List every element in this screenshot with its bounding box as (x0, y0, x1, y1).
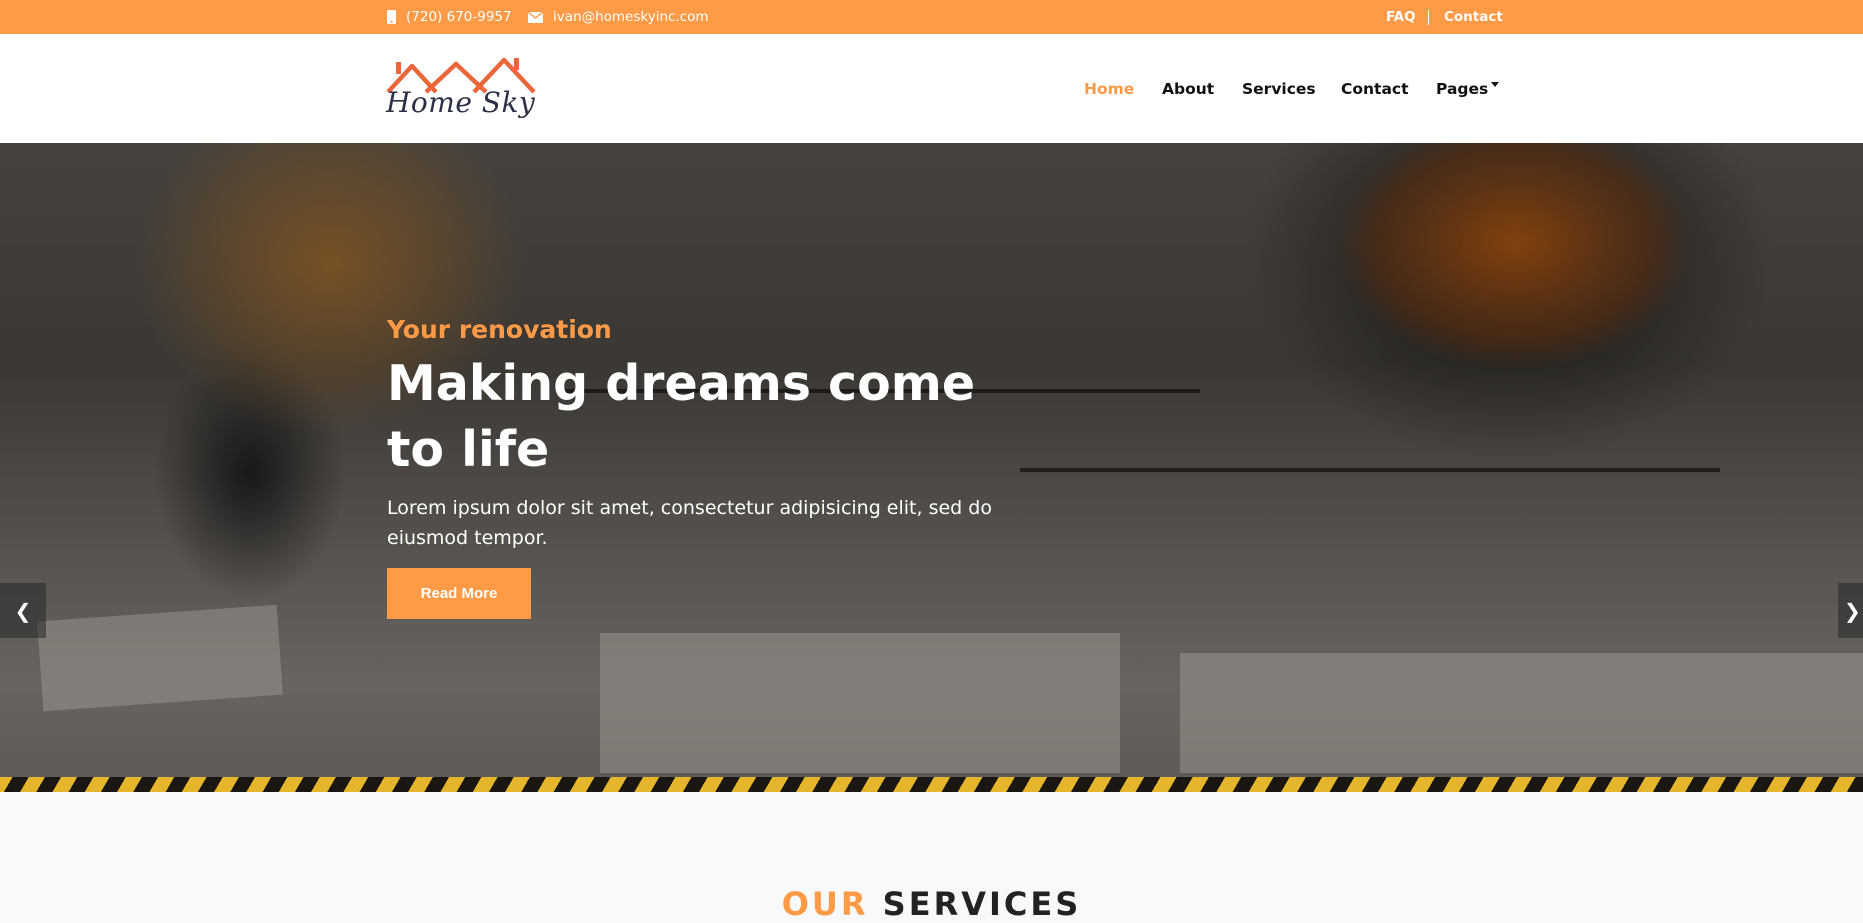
nav-services[interactable]: Services (1242, 34, 1316, 143)
phone-number: (720) 670-9957 (406, 9, 512, 25)
phone-icon (387, 10, 396, 24)
topbar-contact-link[interactable]: Contact (1444, 0, 1503, 34)
topbar-email: ivan@homeskyinc.com (528, 0, 709, 34)
nav-pages-label: Pages (1436, 79, 1489, 98)
topbar-divider (1428, 10, 1429, 25)
topbar-faq-link[interactable]: FAQ (1386, 0, 1416, 34)
nav-about[interactable]: About (1162, 34, 1214, 143)
nav-contact[interactable]: Contact (1341, 34, 1409, 143)
site-logo[interactable]: Home Sky (386, 54, 538, 124)
nav-home[interactable]: Home (1084, 34, 1134, 143)
slider-next-button[interactable]: ❯ (1838, 583, 1863, 638)
nav-pages-dropdown[interactable]: Pages (1436, 34, 1500, 143)
email-address: ivan@homeskyinc.com (553, 9, 709, 25)
envelope-icon (528, 11, 543, 23)
hero-subtitle: Your renovation (387, 315, 612, 344)
read-more-button[interactable]: Read More (387, 568, 531, 619)
hazard-stripe-divider (0, 777, 1863, 792)
main-header: Home Sky Home About Services Contact Pag… (0, 34, 1863, 143)
logo-wordmark: Home Sky (386, 86, 536, 119)
services-heading-accent: OUR (781, 885, 869, 923)
services-heading-main: SERVICES (882, 885, 1082, 923)
caret-down-icon (1491, 82, 1500, 87)
topbar-phone: (720) 670-9957 (387, 0, 512, 34)
hero-title: Making dreams come to life (387, 355, 976, 478)
services-heading: OUR SERVICES (0, 885, 1863, 923)
top-bar: (720) 670-9957 ivan@homeskyinc.com FAQ C… (0, 0, 1863, 34)
hero-description: Lorem ipsum dolor sit amet, consectetur … (387, 497, 992, 549)
slider-prev-button[interactable]: ❮ (0, 583, 46, 638)
